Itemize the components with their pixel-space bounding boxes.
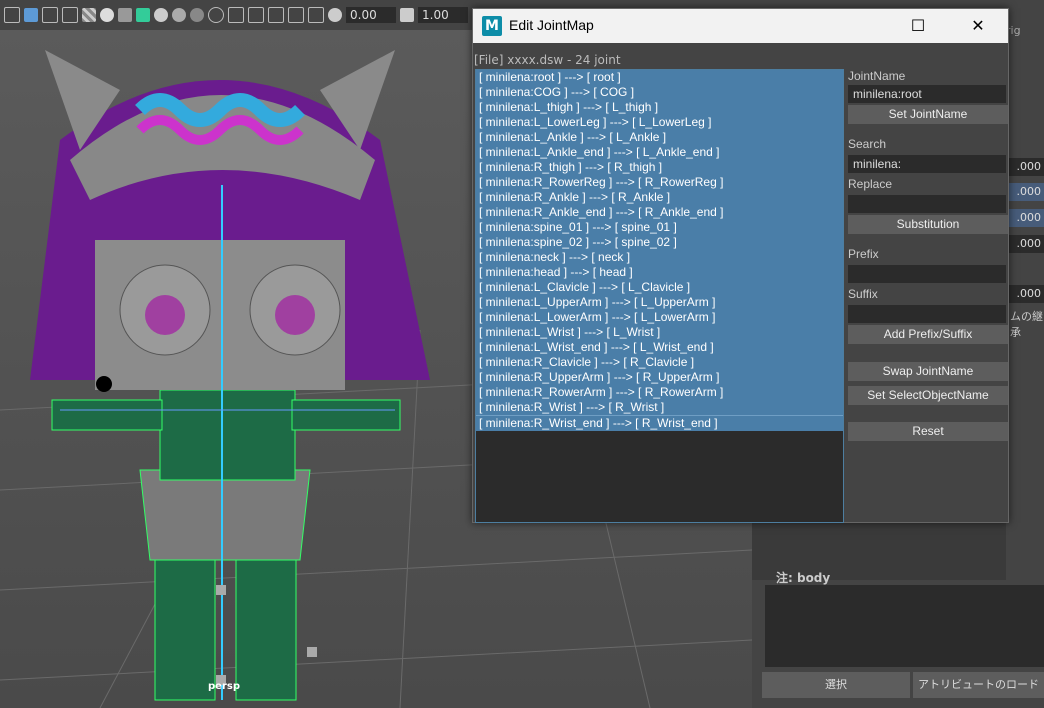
attr-field-3[interactable]: .000 bbox=[1006, 209, 1044, 227]
joint-map-row[interactable]: [ minilena:R_Ankle_end ] ---> [ R_Ankle_… bbox=[476, 205, 843, 220]
search-field[interactable]: minilena: bbox=[848, 155, 1006, 173]
joint-map-row[interactable]: [ minilena:head ] ---> [ head ] bbox=[476, 265, 843, 280]
checker-icon[interactable] bbox=[82, 8, 96, 22]
joint-map-row[interactable]: [ minilena:R_Wrist_end ] ---> [ R_Wrist_… bbox=[476, 415, 843, 431]
suffix-field[interactable] bbox=[848, 305, 1006, 323]
notes-label: 注: body bbox=[776, 571, 831, 585]
texture-icon[interactable] bbox=[136, 8, 150, 22]
joint-name-label: JointName bbox=[848, 69, 906, 83]
motion-blur-icon[interactable] bbox=[190, 8, 204, 22]
xray-icon[interactable] bbox=[248, 7, 264, 23]
attr-field-2[interactable]: .000 bbox=[1006, 183, 1044, 201]
joint-map-row[interactable]: [ minilena:R_RowerArm ] ---> [ R_RowerAr… bbox=[476, 385, 843, 400]
dialog-title: Edit JointMap bbox=[509, 17, 594, 33]
joint-map-row[interactable]: [ minilena:spine_01 ] ---> [ spine_01 ] bbox=[476, 220, 843, 235]
joint-map-row[interactable]: [ minilena:spine_02 ] ---> [ spine_02 ] bbox=[476, 235, 843, 250]
maya-icon: M bbox=[482, 16, 502, 36]
joint-map-row[interactable]: [ minilena:root ] ---> [ root ] bbox=[476, 70, 843, 85]
camera-label: persp bbox=[208, 681, 240, 692]
edit-jointmap-dialog: M Edit JointMap ☐ ✕ [File] xxxx.dsw - 24… bbox=[472, 8, 1009, 523]
joint-map-row[interactable]: [ minilena:L_LowerArm ] ---> [ L_LowerAr… bbox=[476, 310, 843, 325]
skirt-mesh bbox=[139, 469, 311, 561]
replace-label: Replace bbox=[848, 177, 893, 191]
right-arm-mesh bbox=[291, 399, 401, 431]
set-joint-name-button[interactable]: Set JointName bbox=[848, 105, 1008, 124]
set-select-object-name-button[interactable]: Set SelectObjectName bbox=[848, 386, 1008, 405]
joint-map-row[interactable]: [ minilena:L_Wrist_end ] ---> [ L_Wrist_… bbox=[476, 340, 843, 355]
joint-map-list[interactable]: [ minilena:root ] ---> [ root ][ minilen… bbox=[475, 69, 844, 523]
joint-map-row[interactable]: [ minilena:L_Ankle_end ] ---> [ L_Ankle_… bbox=[476, 145, 843, 160]
gamma-icon[interactable] bbox=[400, 8, 414, 22]
left-leg-mesh bbox=[154, 549, 216, 701]
pole-handle bbox=[307, 647, 317, 657]
joint-map-row[interactable]: [ minilena:L_thigh ] ---> [ L_thigh ] bbox=[476, 100, 843, 115]
grid-icon[interactable] bbox=[308, 7, 324, 23]
replace-field[interactable] bbox=[848, 195, 1006, 213]
joint-map-row[interactable]: [ minilena:neck ] ---> [ neck ] bbox=[476, 250, 843, 265]
joint-name-field[interactable]: minilena:root bbox=[848, 85, 1006, 103]
file-label: [File] xxxx.dsw - 24 joint bbox=[474, 53, 621, 67]
rig-tab[interactable]: rig bbox=[1006, 24, 1044, 44]
left-arm-mesh bbox=[51, 399, 163, 431]
reset-button[interactable]: Reset bbox=[848, 422, 1008, 441]
xray-joints-icon[interactable] bbox=[268, 7, 284, 23]
dialog-titlebar[interactable]: M Edit JointMap ☐ ✕ bbox=[473, 9, 1008, 43]
right-leg-mesh bbox=[235, 549, 297, 701]
sphere-icon[interactable] bbox=[154, 8, 168, 22]
right-pupil bbox=[275, 295, 315, 335]
joint-map-row[interactable]: [ minilena:R_RowerReg ] ---> [ R_RowerRe… bbox=[476, 175, 843, 190]
joint-map-row[interactable]: [ minilena:L_Ankle ] ---> [ L_Ankle ] bbox=[476, 130, 843, 145]
shadow-icon[interactable] bbox=[118, 8, 132, 22]
hair-tie bbox=[96, 376, 112, 392]
joint-map-row[interactable]: [ minilena:R_Clavicle ] ---> [ R_Clavicl… bbox=[476, 355, 843, 370]
character-model[interactable] bbox=[30, 50, 430, 701]
joint-map-row[interactable]: [ minilena:L_LowerLeg ] ---> [ L_LowerLe… bbox=[476, 115, 843, 130]
suffix-label: Suffix bbox=[848, 287, 878, 301]
joint-map-row[interactable]: [ minilena:L_UpperArm ] ---> [ L_UpperAr… bbox=[476, 295, 843, 310]
attr-field-1[interactable]: .000 bbox=[1006, 158, 1044, 176]
prefix-field[interactable] bbox=[848, 265, 1006, 283]
maximize-icon[interactable]: ☐ bbox=[895, 9, 941, 43]
notes-field[interactable] bbox=[765, 585, 1044, 667]
substitution-button[interactable]: Substitution bbox=[848, 215, 1008, 234]
exposure-icon[interactable] bbox=[328, 8, 342, 22]
joint-map-row[interactable]: [ minilena:R_thigh ] ---> [ R_thigh ] bbox=[476, 160, 843, 175]
cube-icon[interactable] bbox=[4, 7, 20, 23]
left-pupil bbox=[145, 295, 185, 335]
joint-map-row[interactable]: [ minilena:COG ] ---> [ COG ] bbox=[476, 85, 843, 100]
antialias-icon[interactable] bbox=[208, 7, 224, 23]
joint-map-row[interactable]: [ minilena:L_Clavicle ] ---> [ L_Clavicl… bbox=[476, 280, 843, 295]
isolate-icon[interactable] bbox=[228, 7, 244, 23]
load-attributes-button[interactable]: アトリビュートのロード bbox=[913, 672, 1044, 698]
light-icon[interactable] bbox=[100, 8, 114, 22]
attr-field-5[interactable]: .000 bbox=[1006, 285, 1044, 303]
shaded-wire-icon[interactable] bbox=[62, 7, 78, 23]
joint-map-row[interactable]: [ minilena:L_Wrist ] ---> [ L_Wrist ] bbox=[476, 325, 843, 340]
joint-map-row[interactable]: [ minilena:R_Ankle ] ---> [ R_Ankle ] bbox=[476, 190, 843, 205]
torso-mesh bbox=[159, 389, 296, 481]
gamma-field[interactable]: 1.00 bbox=[418, 7, 468, 23]
inherit-label: ムの継承 bbox=[1010, 310, 1043, 339]
exposure-field[interactable]: 0.00 bbox=[346, 7, 396, 23]
joint-map-row[interactable]: [ minilena:R_UpperArm ] ---> [ R_UpperAr… bbox=[476, 370, 843, 385]
ambient-occlusion-icon[interactable] bbox=[172, 8, 186, 22]
close-icon[interactable]: ✕ bbox=[955, 9, 1001, 43]
joint-map-row[interactable]: [ minilena:R_Wrist ] ---> [ R_Wrist ] bbox=[476, 400, 843, 415]
swap-joint-name-button[interactable]: Swap JointName bbox=[848, 362, 1008, 381]
knee-handle bbox=[216, 585, 226, 595]
shaded-cube-icon[interactable] bbox=[24, 8, 38, 22]
add-prefix-suffix-button[interactable]: Add Prefix/Suffix bbox=[848, 325, 1008, 344]
select-button[interactable]: 選択 bbox=[762, 672, 910, 698]
wire-cube-icon[interactable] bbox=[42, 7, 58, 23]
prefix-label: Prefix bbox=[848, 247, 879, 261]
search-label: Search bbox=[848, 137, 887, 151]
xray-active-icon[interactable] bbox=[288, 7, 304, 23]
attr-field-4[interactable]: .000 bbox=[1006, 235, 1044, 253]
